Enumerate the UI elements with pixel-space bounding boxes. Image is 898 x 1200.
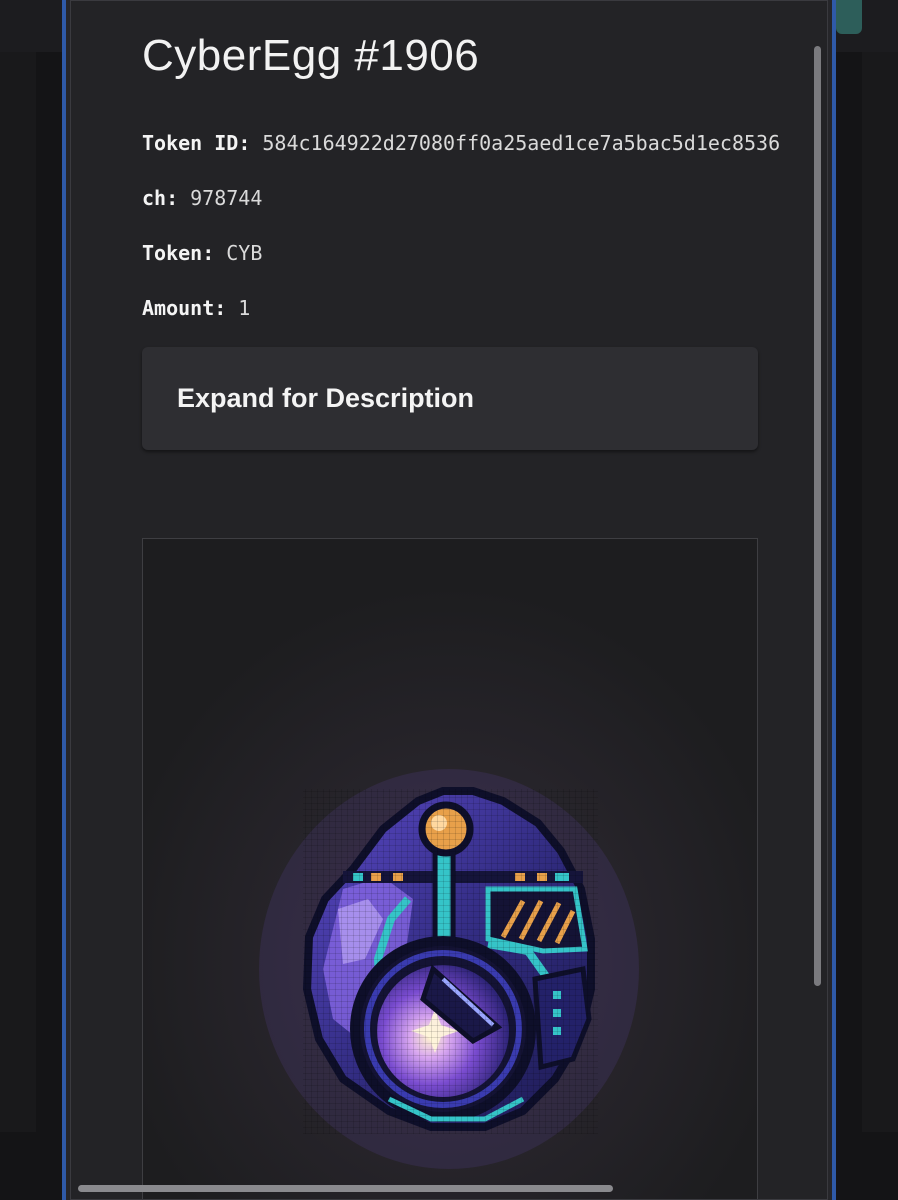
ch-value: 978744 xyxy=(190,186,263,210)
token-id-field: Token ID: 584c164922d27080ff0a25aed1ce7a5… xyxy=(142,131,780,155)
cyber-egg-artwork xyxy=(143,539,757,1199)
token-field: Token: CYB xyxy=(142,241,262,265)
description-accordion-label: Expand for Description xyxy=(177,383,475,413)
nft-artwork-frame xyxy=(142,538,758,1199)
ch-label: ch: xyxy=(142,186,179,210)
token-label: Token: xyxy=(142,241,215,265)
horizontal-scrollbar[interactable] xyxy=(78,1185,613,1192)
vertical-scrollbar[interactable] xyxy=(814,46,821,986)
token-id-label: Token ID: xyxy=(142,131,251,155)
nft-detail-modal: CyberEgg #1906 Token ID: 584c164922d27080… xyxy=(70,0,828,1200)
nft-title: CyberEgg #1906 xyxy=(142,31,480,80)
amount-value: 1 xyxy=(238,296,251,320)
amount-field: Amount: 1 xyxy=(142,296,250,320)
token-id-value: 584c164922d27080ff0a25aed1ce7a5bac5d1ec8… xyxy=(262,131,781,155)
token-value: CYB xyxy=(226,241,263,265)
amount-label: Amount: xyxy=(142,296,227,320)
description-accordion[interactable]: Expand for Description xyxy=(142,347,758,450)
backdrop-right-panel xyxy=(862,52,898,1132)
ch-field: ch: 978744 xyxy=(142,186,262,210)
pixel-grid-overlay xyxy=(303,789,598,1134)
backdrop-left-panel xyxy=(0,52,36,1132)
backdrop-teal-button xyxy=(836,0,862,34)
